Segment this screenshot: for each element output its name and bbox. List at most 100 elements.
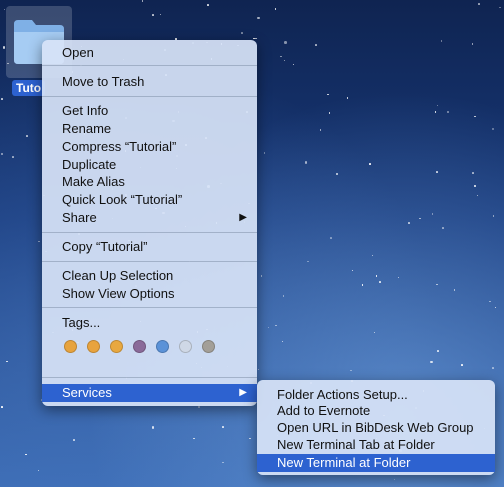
star-decoration [330,237,332,239]
menu-item-make-alias[interactable]: Make Alias [42,173,257,191]
star-decoration [489,300,491,303]
star-decoration [282,295,285,297]
menu-item-label: Tags... [62,315,101,330]
menu-item-label: Share [62,210,97,225]
star-decoration [292,63,295,66]
tag-dot-gray[interactable] [202,340,215,353]
menu-item-label: Open [62,45,94,60]
tag-dot-yellow[interactable] [110,340,123,353]
menu-item-copy[interactable]: Copy “Tutorial” [42,238,257,256]
menu-item-open[interactable]: Open [42,44,257,62]
star-decoration [249,437,251,440]
star-decoration [281,340,284,343]
menu-item-label: Open URL in BibDesk Web Group [277,420,474,435]
star-decoration [152,14,154,16]
menu-item-label: Copy “Tutorial” [62,239,148,254]
menu-separator [42,65,257,66]
star-decoration [315,44,317,46]
tag-dot-orange[interactable] [87,340,100,353]
star-decoration [73,439,75,441]
star-decoration [328,112,331,114]
menu-item-quick-look[interactable]: Quick Look “Tutorial” [42,191,257,209]
menu-separator [42,377,257,378]
menu-separator [42,307,257,308]
menu-item-tags[interactable]: Tags... [42,314,257,332]
menu-item-compress[interactable]: Compress “Tutorial” [42,138,257,156]
star-decoration [257,16,260,20]
tag-dot-gray-light[interactable] [179,340,192,353]
services-submenu: Folder Actions Setup... Add to Evernote … [257,380,495,475]
menu-item-label: Add to Evernote [277,403,371,418]
star-decoration [335,172,339,176]
submenu-item-open-url-bibdesk[interactable]: Open URL in BibDesk Web Group [257,419,495,437]
menu-item-label: Move to Trash [62,74,145,89]
menu-item-label: Get Info [62,103,109,118]
menu-item-rename[interactable]: Rename [42,120,257,138]
star-decoration [260,275,263,277]
star-decoration [431,213,434,215]
star-decoration [346,97,349,99]
star-decoration [275,324,277,326]
star-decoration [319,129,322,131]
star-decoration [408,222,410,224]
star-decoration [472,172,474,174]
tag-dot-purple[interactable] [133,340,146,353]
star-decoration [350,369,352,372]
star-decoration [474,115,476,118]
folder-name-label[interactable]: Tuto [12,80,46,96]
menu-item-clean-up-selection[interactable]: Clean Up Selection [42,267,257,285]
star-decoration [492,367,494,369]
menu-item-duplicate[interactable]: Duplicate [42,156,257,174]
menu-item-show-view-options[interactable]: Show View Options [42,285,257,303]
star-decoration [207,4,209,6]
menu-item-move-to-trash[interactable]: Move to Trash [42,73,257,91]
star-decoration [492,215,495,217]
menu-item-label: New Terminal at Folder [277,455,411,470]
menu-item-label: Make Alias [62,174,125,189]
menu-item-label: Show View Options [62,286,175,301]
star-decoration [241,32,243,34]
menu-item-share[interactable]: Share ▶ [42,209,257,227]
star-decoration [284,41,287,44]
star-decoration [304,161,308,164]
star-decoration [159,13,162,16]
star-decoration [375,275,378,277]
star-decoration [26,135,28,137]
star-decoration [267,326,270,329]
star-decoration [436,171,438,173]
star-decoration [430,360,433,364]
chevron-right-icon: ▶ [239,387,247,398]
star-decoration [434,111,437,113]
star-decoration [437,350,439,352]
star-decoration [37,469,40,472]
star-decoration [369,163,371,165]
star-decoration [453,289,456,291]
star-decoration [436,104,439,107]
menu-item-label: Duplicate [62,157,117,172]
tag-dot-blue[interactable] [156,340,169,353]
submenu-item-new-terminal-tab[interactable]: New Terminal Tab at Folder [257,436,495,454]
menu-item-label: Quick Look “Tutorial” [62,192,183,207]
star-decoration [0,152,4,156]
star-decoration [476,194,479,197]
menu-item-label: New Terminal Tab at Folder [277,437,435,452]
star-decoration [283,59,286,62]
tag-dot-orange[interactable] [64,340,77,353]
submenu-item-new-terminal[interactable]: New Terminal at Folder [257,454,495,472]
menu-separator [42,96,257,97]
context-menu: Open Move to Trash Get Info Rename Compr… [42,40,257,406]
star-decoration [222,461,224,464]
star-decoration [478,3,480,5]
menu-item-get-info[interactable]: Get Info [42,102,257,120]
star-decoration [373,331,376,334]
submenu-item-add-to-evernote[interactable]: Add to Evernote [257,402,495,420]
menu-separator [42,261,257,262]
menu-item-label: Rename [62,121,112,136]
star-decoration [307,260,309,263]
menu-item-label: Clean Up Selection [62,268,174,283]
star-decoration [257,368,260,371]
menu-item-services[interactable]: Services ▶ [42,384,257,402]
star-decoration [361,284,364,286]
star-decoration [461,364,463,366]
star-decoration [379,281,381,283]
